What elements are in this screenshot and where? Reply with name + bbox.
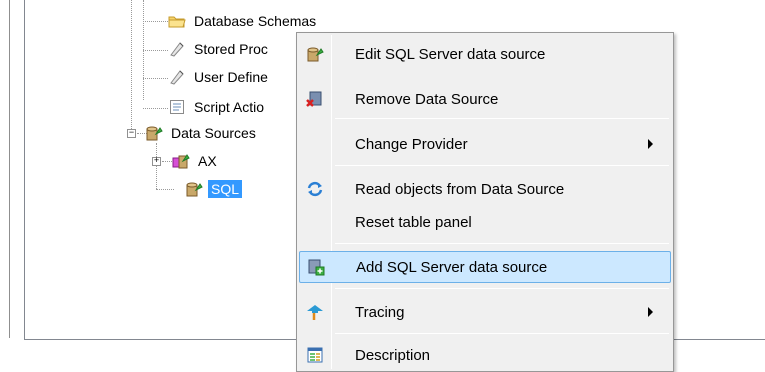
data-sources-icon <box>145 124 163 142</box>
menu-separator <box>335 333 669 334</box>
menu-item-change-provider[interactable]: Change Provider <box>299 128 671 160</box>
sql-datasource-icon <box>185 180 203 198</box>
edit-datasource-icon <box>299 38 331 70</box>
tree-connector <box>143 108 168 109</box>
tree-connector <box>131 0 132 129</box>
tree-connector <box>156 189 174 190</box>
expand-toggle[interactable]: + <box>152 156 161 166</box>
stored-procedure-icon <box>168 40 186 58</box>
folder-icon <box>168 12 186 30</box>
tree-node-stored-procedures[interactable]: Stored Proc <box>168 38 271 60</box>
app-frame: − + Database Schemas Stored Proc User De… <box>0 0 765 372</box>
tree-node-user-defined[interactable]: User Define <box>168 66 271 88</box>
tree-connector <box>162 161 172 162</box>
submenu-arrow-icon <box>648 307 653 317</box>
description-icon <box>299 339 331 371</box>
remove-datasource-icon <box>299 83 331 115</box>
tree-node-data-sources[interactable]: Data Sources <box>145 122 259 144</box>
menu-item-description[interactable]: Description <box>299 339 671 371</box>
menu-item-add-sql-server-data-source[interactable]: Add SQL Server data source <box>299 251 671 283</box>
user-defined-icon <box>168 68 186 86</box>
menu-separator <box>335 243 669 244</box>
tree-node-sql[interactable]: SQL <box>185 178 243 200</box>
tree-connector <box>143 21 168 22</box>
tree-node-database-schemas[interactable]: Database Schemas <box>168 10 319 32</box>
menu-separator <box>335 288 669 289</box>
menu-item-reset-table-panel[interactable]: Reset table panel <box>299 206 671 238</box>
tree-connector <box>156 143 157 189</box>
tracing-icon <box>299 296 331 328</box>
ax-datasource-icon <box>172 152 190 170</box>
menu-separator <box>335 118 669 119</box>
tree-node-script-actions[interactable]: Script Actio <box>168 96 267 118</box>
menu-item-tracing[interactable]: Tracing <box>299 296 671 328</box>
collapse-toggle[interactable]: − <box>127 128 136 138</box>
menu-item-read-objects[interactable]: Read objects from Data Source <box>299 173 671 205</box>
refresh-icon <box>299 173 331 205</box>
window-edge <box>9 0 10 338</box>
add-datasource-icon <box>300 251 332 283</box>
menu-separator <box>335 165 669 166</box>
tree-connector <box>143 78 168 79</box>
script-action-icon <box>168 98 186 116</box>
context-menu: Edit SQL Server data source Remove Data … <box>296 32 674 372</box>
menu-item-remove-data-source[interactable]: Remove Data Source <box>299 83 671 115</box>
tree-connector <box>143 50 168 51</box>
menu-item-edit-sql-server-data-source[interactable]: Edit SQL Server data source <box>299 38 671 70</box>
submenu-arrow-icon <box>648 139 653 149</box>
tree-node-ax[interactable]: AX <box>172 150 220 172</box>
